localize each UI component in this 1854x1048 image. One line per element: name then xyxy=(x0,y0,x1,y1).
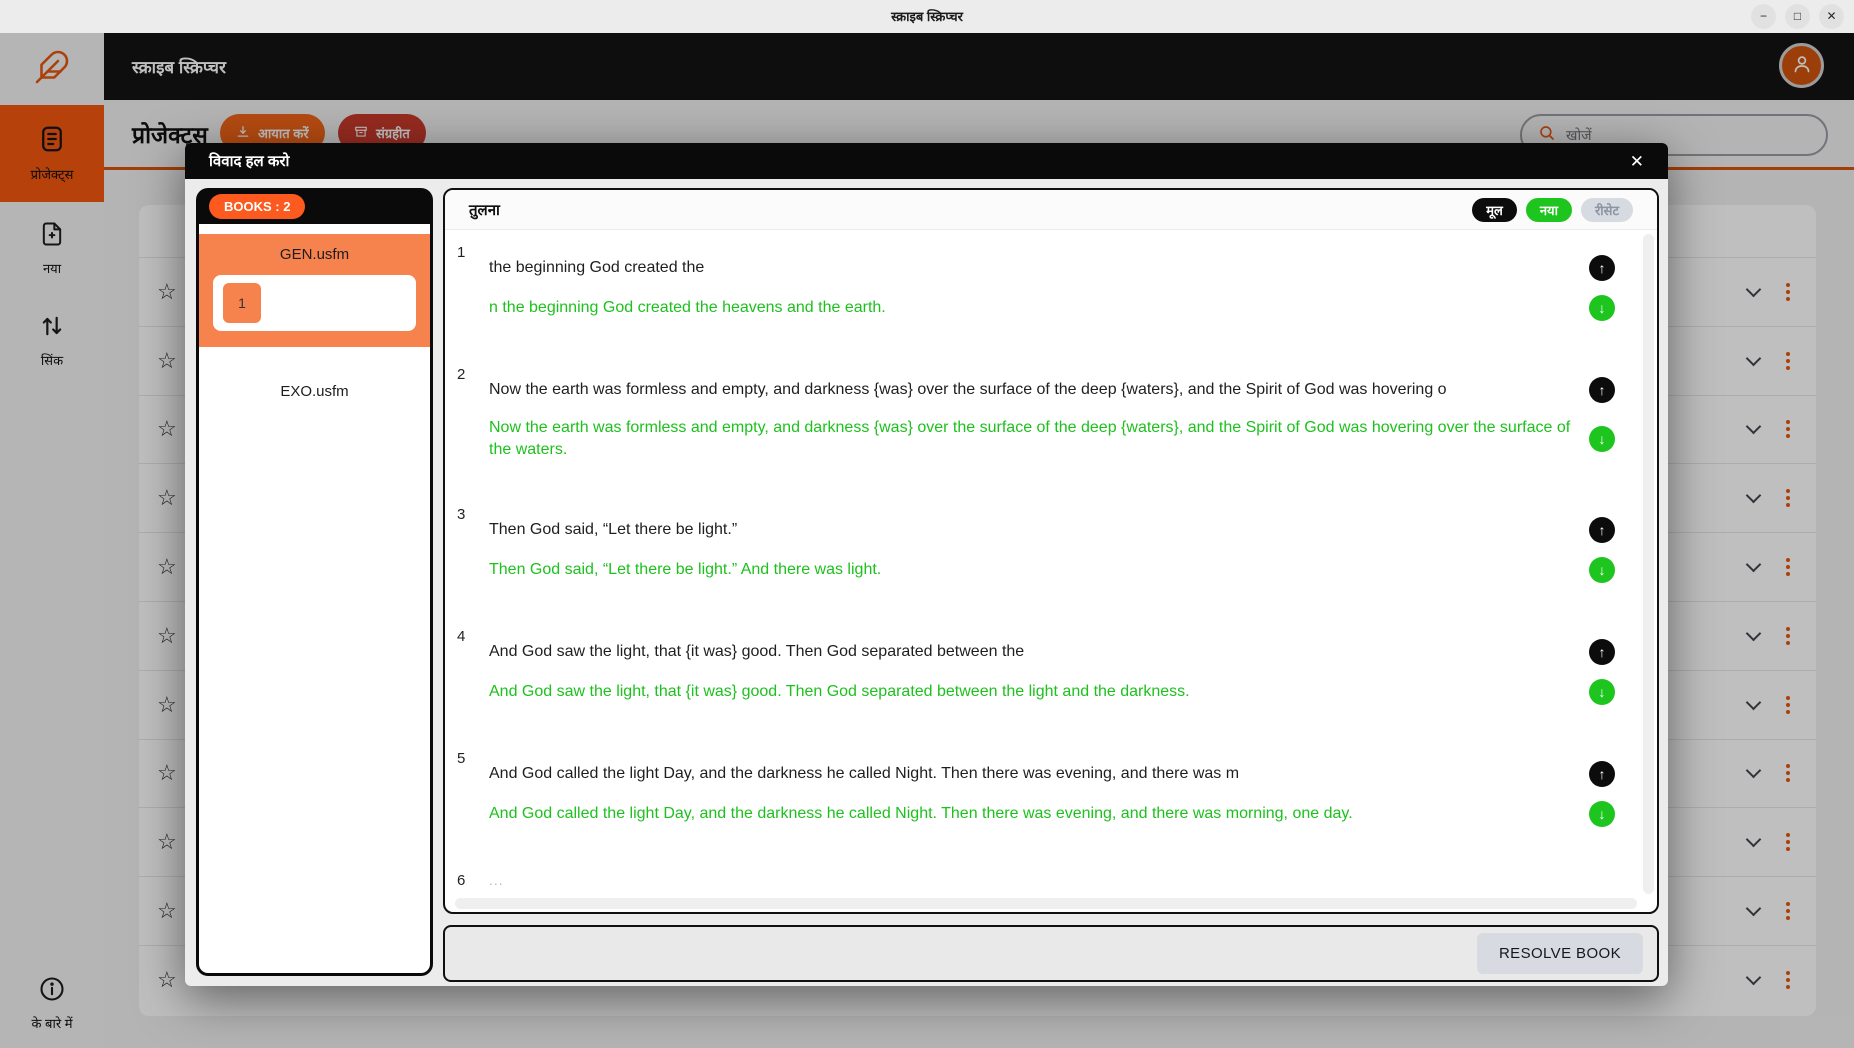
verse-incoming-text: n the beginning God created the heavens … xyxy=(489,297,1579,319)
verse-incoming-text: And God called the light Day, and the da… xyxy=(489,803,1579,825)
modal-title: विवाद हल करो xyxy=(209,151,289,171)
verse-incoming-text: Then God said, “Let there be light.” And… xyxy=(489,559,1579,581)
verse-item: 3 Then God said, “Let there be light.” ↑… xyxy=(457,505,1641,597)
accept-incoming-button[interactable]: ↓ xyxy=(1589,295,1615,321)
verse-original-text: Now the earth was formless and empty, an… xyxy=(489,379,1579,401)
verse-number: 1 xyxy=(457,243,489,335)
verse-item: 2 Now the earth was formless and empty, … xyxy=(457,365,1641,475)
chapter-chip-1[interactable]: 1 xyxy=(223,283,261,323)
book-name: GEN.usfm xyxy=(213,246,416,263)
reset-button[interactable]: रीसेट xyxy=(1581,198,1633,222)
verse-body: And God saw the light, that {it was} goo… xyxy=(489,627,1641,719)
comparison-panel: तुलना मूल नया रीसेट 1 the beginning God … xyxy=(443,188,1659,914)
accept-original-button[interactable]: ↑ xyxy=(1589,639,1615,665)
verse-body: ... xyxy=(489,872,1641,890)
vertical-scrollbar[interactable] xyxy=(1643,234,1654,894)
books-list: GEN.usfm 1 EXO.usfm xyxy=(199,224,430,973)
new-filter-button[interactable]: नया xyxy=(1526,198,1572,222)
accept-original-button[interactable]: ↑ xyxy=(1589,761,1615,787)
accept-incoming-button[interactable]: ↓ xyxy=(1589,679,1615,705)
resolve-conflict-modal: विवाद हल करो ✕ BOOKS : 2 GEN.usfm 1 EXO.… xyxy=(185,143,1668,986)
verse-body: the beginning God created the ↑ n the be… xyxy=(489,243,1641,335)
verse-item: 1 the beginning God created the ↑ n the … xyxy=(457,243,1641,335)
verse-original-text: the beginning God created the xyxy=(489,257,1579,279)
app-window: प्रोजेक्ट्स नया सिंक के xyxy=(0,0,1854,1048)
verse-item: 5 And God called the light Day, and the … xyxy=(457,749,1641,841)
verse-incoming-text: And God saw the light, that {it was} goo… xyxy=(489,681,1579,703)
modal-footer: RESOLVE BOOK xyxy=(443,925,1659,982)
accept-original-button[interactable]: ↑ xyxy=(1589,377,1615,403)
original-filter-button[interactable]: मूल xyxy=(1472,198,1517,222)
horizontal-scrollbar[interactable] xyxy=(455,898,1637,909)
modal-body: BOOKS : 2 GEN.usfm 1 EXO.usfm तुलना मूल xyxy=(185,179,1668,986)
chapter-strip: 1 xyxy=(213,275,416,331)
verse-item: 4 And God saw the light, that {it was} g… xyxy=(457,627,1641,719)
verse-incoming-text: Now the earth was formless and empty, an… xyxy=(489,417,1579,461)
verse-number: 6 xyxy=(457,871,489,889)
minimize-button[interactable]: − xyxy=(1751,4,1776,29)
verse-body: Then God said, “Let there be light.” ↑ T… xyxy=(489,505,1641,597)
verse-original-text: And God saw the light, that {it was} goo… xyxy=(489,641,1579,663)
verse-body: And God called the light Day, and the da… xyxy=(489,749,1641,841)
close-window-button[interactable]: ✕ xyxy=(1819,4,1844,29)
verse-original-text: And God called the light Day, and the da… xyxy=(489,763,1579,785)
comparison-title: तुलना xyxy=(469,200,500,220)
close-icon[interactable]: ✕ xyxy=(1630,153,1644,170)
comparison-actions: मूल नया रीसेट xyxy=(1472,198,1633,222)
verse-original-text: Then God said, “Let there be light.” xyxy=(489,519,1579,541)
window-controls: − □ ✕ xyxy=(1751,4,1844,29)
resolve-book-button[interactable]: RESOLVE BOOK xyxy=(1477,933,1643,974)
os-titlebar: स्क्राइब स्क्रिप्चर − □ ✕ xyxy=(0,0,1854,33)
verse-body: Now the earth was formless and empty, an… xyxy=(489,365,1641,475)
book-item-gen[interactable]: GEN.usfm 1 xyxy=(199,234,430,347)
accept-incoming-button[interactable]: ↓ xyxy=(1589,426,1615,452)
accept-original-button[interactable]: ↑ xyxy=(1589,517,1615,543)
books-panel: BOOKS : 2 GEN.usfm 1 EXO.usfm xyxy=(196,188,433,976)
verse-number: 5 xyxy=(457,749,489,841)
verse-item: 6 ... xyxy=(457,871,1641,895)
verse-number: 4 xyxy=(457,627,489,719)
maximize-button[interactable]: □ xyxy=(1785,4,1810,29)
accept-incoming-button[interactable]: ↓ xyxy=(1589,801,1615,827)
comparison-header: तुलना मूल नया रीसेट xyxy=(445,190,1657,230)
verse-list[interactable]: 1 the beginning God created the ↑ n the … xyxy=(445,231,1641,896)
verse-ellipsis: ... xyxy=(489,872,504,888)
book-item-exo[interactable]: EXO.usfm xyxy=(199,383,430,400)
os-window-title: स्क्राइब स्क्रिप्चर xyxy=(0,7,1854,25)
accept-incoming-button[interactable]: ↓ xyxy=(1589,557,1615,583)
verse-number: 3 xyxy=(457,505,489,597)
verse-number: 2 xyxy=(457,365,489,475)
accept-original-button[interactable]: ↑ xyxy=(1589,255,1615,281)
books-count-badge: BOOKS : 2 xyxy=(209,194,305,219)
modal-titlebar: विवाद हल करो ✕ xyxy=(185,143,1668,179)
